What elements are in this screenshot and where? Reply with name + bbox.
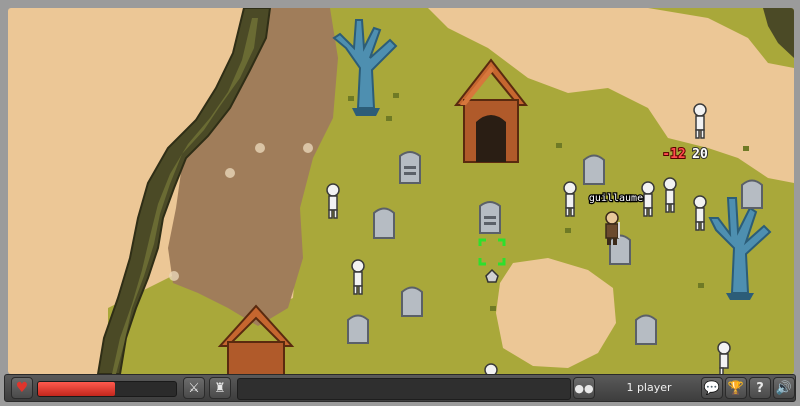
player-name-label: guillaume bbox=[589, 193, 643, 204]
heart-icon: ♥ bbox=[11, 377, 33, 399]
damage-number: -12 bbox=[662, 147, 685, 162]
players-icon[interactable]: ●● bbox=[573, 377, 595, 399]
chat-area[interactable] bbox=[237, 378, 571, 400]
health-bar-fill bbox=[38, 382, 116, 396]
sword-icon[interactable]: ⚔ bbox=[183, 377, 205, 399]
armor-icon[interactable]: ♜ bbox=[209, 377, 231, 399]
xp-number: 20 bbox=[692, 147, 708, 162]
speaker-icon[interactable]: 🔊 bbox=[773, 377, 795, 399]
game-frame: guillaume -12 20 ♥ ⚔ ♜ ●● 1 player 💬 🏆 ?… bbox=[0, 0, 800, 406]
player-count-label: 1 player bbox=[626, 381, 672, 394]
chat-icon[interactable]: 💬 bbox=[701, 377, 723, 399]
hud-bar: ♥ ⚔ ♜ ●● 1 player 💬 🏆 ? 🔊 bbox=[4, 374, 796, 402]
health-bar bbox=[37, 381, 177, 397]
help-button[interactable]: ? bbox=[749, 377, 771, 399]
trophy-icon[interactable]: 🏆 bbox=[725, 377, 747, 399]
game-viewport[interactable]: guillaume -12 20 bbox=[8, 8, 794, 374]
